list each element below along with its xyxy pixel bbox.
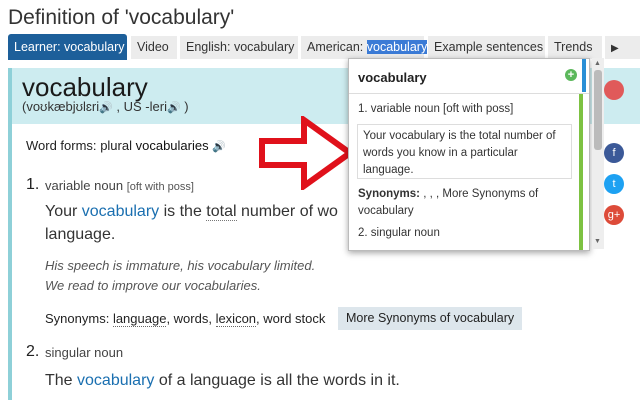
pronunciation-uk: (voʊkæbjʊlɛri [22,99,100,114]
example-sentence: His speech is immature, his vocabulary l… [45,258,316,273]
tab-trends[interactable]: Trends [548,36,602,59]
more-synonyms-button[interactable]: More Synonyms of vocabulary [338,307,523,330]
popup-synonyms-label: Synonyms: [358,188,420,200]
word-forms-value: vocabularies [135,138,209,153]
sense-definition: The vocabulary of a language is all the … [45,369,400,392]
popup-scrollbar[interactable]: ▲ ▼ [592,58,604,249]
record-icon[interactable] [604,80,624,100]
def-text: number of wo [236,203,338,220]
def-text: of a language is all the words in it. [154,372,400,389]
word-forms-label: Word forms: [26,138,97,153]
def-text: language. [45,226,116,243]
popup-accent-bar [582,59,586,92]
popup-sense: 1. variable noun [oft with poss] [358,103,514,115]
examples: His speech is immature, his vocabulary l… [45,256,315,296]
popup-header: vocabulary + [349,59,589,94]
popup-sense: 2. singular noun [358,227,440,239]
tab-american[interactable]: American: vocabulary [301,36,428,59]
popup-content: 1. variable noun [oft with poss] Your vo… [349,94,583,250]
pronunciation-close: ) [180,99,189,114]
synonym-link[interactable]: language [112,311,167,327]
tab-example-sentences[interactable]: Example sentences [428,36,545,59]
scroll-down-icon[interactable]: ▼ [594,238,601,245]
synonym-link[interactable]: lexicon [215,311,257,327]
twitter-icon[interactable]: t [604,174,624,194]
synonyms-label: Synonyms: [45,311,110,326]
popup-synonyms: Synonyms: , , , More Synonyms of vocabul… [358,186,578,220]
sense-number: 1. [26,176,40,193]
example-sentence: We read to improve our vocabularies. [45,278,261,293]
tab-next[interactable]: ▶ [605,36,640,59]
pronunciation: (voʊkæbjʊlɛri🔊 , US -leri🔊 ) [22,99,189,114]
def-keyword: vocabulary [77,372,155,389]
popup-word: vocabulary [358,70,427,85]
page-title: Definition of 'vocabulary' [8,6,235,29]
synonyms: Synonyms: language, words, lexicon, word… [45,311,326,327]
word-forms-type: plural [100,138,132,153]
play-icon: ▶ [611,43,619,54]
def-text: The [45,372,78,389]
sense-grammar: [oft with poss] [126,181,194,193]
synonym-text: , words, [166,311,216,326]
tab-learner[interactable]: Learner: vocabulary [8,34,127,60]
def-text: Your [45,203,82,220]
tab-american-selection: vocabulary [366,40,428,54]
tab-bar: Learner: vocabulary Video English: vocab… [8,34,640,60]
speaker-icon[interactable]: 🔊 [99,102,113,114]
speaker-icon[interactable]: 🔊 [212,141,226,153]
word-forms: Word forms: plural vocabularies 🔊 [26,138,226,153]
def-text: is the [159,203,207,220]
speaker-icon[interactable]: 🔊 [167,102,181,114]
sense-definition: Your vocabulary is the total number of w… [45,200,365,246]
synonym-text: , word stock [256,311,326,326]
popup-definition: Your vocabulary is the total number of w… [357,124,572,179]
def-linked-word[interactable]: total [206,203,237,221]
sense-pos: singular noun [45,345,124,360]
tab-american-prefix: American: [307,40,367,54]
tab-video[interactable]: Video [131,36,177,59]
sense-number: 2. [26,343,40,360]
definition-popup: vocabulary + 1. variable noun [oft with … [348,58,590,251]
google-plus-icon[interactable]: g+ [604,205,624,225]
popup-body[interactable]: 1. variable noun [oft with poss] Your vo… [349,94,589,250]
tab-english[interactable]: English: vocabulary [180,36,298,59]
sense-pos: variable noun [oft with poss] [45,178,194,193]
def-keyword: vocabulary [81,203,160,220]
sense-pos-label: variable noun [45,178,124,193]
pronunciation-us: , US -leri [112,99,167,114]
arrow-icon [259,116,354,190]
scroll-up-icon[interactable]: ▲ [594,60,601,67]
plus-icon[interactable]: + [565,69,577,81]
scrollbar-thumb[interactable] [594,70,602,150]
facebook-icon[interactable]: f [604,143,624,163]
